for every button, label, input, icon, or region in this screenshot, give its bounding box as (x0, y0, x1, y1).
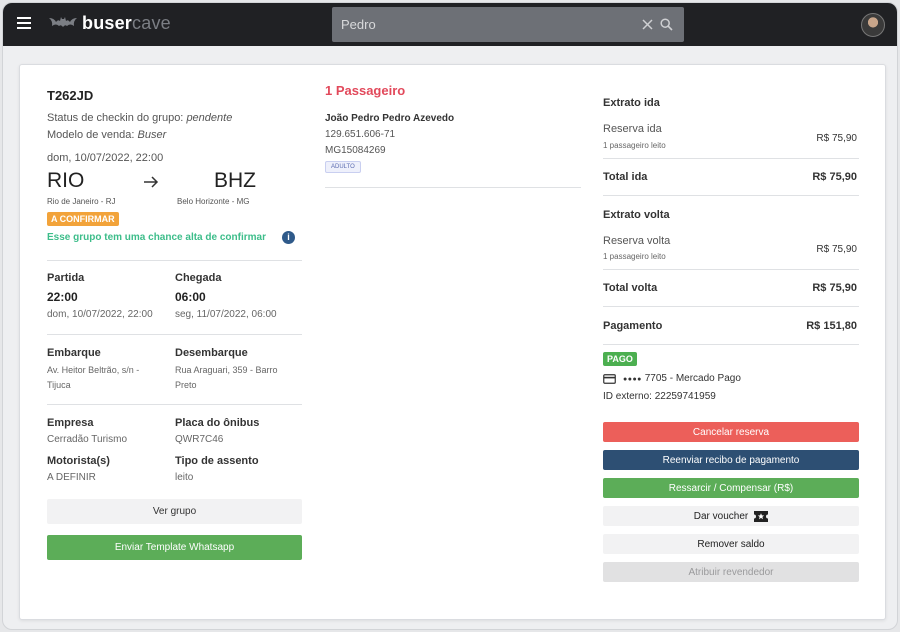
remove-balance-button[interactable]: Remover saldo (603, 534, 859, 554)
see-group-button[interactable]: Ver grupo (47, 499, 302, 524)
paid-badge: PAGO (603, 352, 637, 366)
checkin-value: pendente (186, 112, 233, 124)
sale-value: Buser (137, 129, 167, 141)
search-icon[interactable] (660, 18, 673, 31)
alight-addr-line1: Rua Araguari, 359 - Barro (175, 365, 278, 375)
passengers-title: 1 Passageiro (325, 83, 406, 98)
divider (603, 158, 859, 159)
board-addr-line2: Tijuca (47, 380, 71, 390)
passenger-rg: MG15084269 (325, 145, 386, 156)
dest-city: Belo Horizonte - MG (177, 197, 250, 206)
return-item: Reserva volta (603, 235, 671, 247)
card-dots: ●●●● (623, 376, 642, 383)
trip-datetime: dom, 10/07/2022, 22:00 (47, 152, 164, 164)
cancel-reservation-button[interactable]: Cancelar reserva (603, 422, 859, 442)
payment-value: R$ 151,80 (806, 320, 857, 332)
search-input[interactable] (332, 7, 632, 42)
app-window: busercave T262JD Status de checkin do gr… (2, 2, 898, 630)
confirm-note: Esse grupo tem uma chance alta de confir… (47, 232, 266, 243)
return-total-value: R$ 75,90 (812, 282, 857, 294)
origin-code: RIO (47, 169, 85, 192)
cancel-reservation-label: Cancelar reserva (692, 426, 770, 438)
arrival-date: seg, 11/07/2022, 06:00 (175, 309, 277, 320)
departure-date: dom, 10/07/2022, 22:00 (47, 309, 153, 320)
seat-value: leito (175, 472, 194, 483)
logo-secondary: cave (132, 13, 171, 33)
checkin-label: Status de checkin do grupo: (47, 112, 184, 124)
departure-label: Partida (47, 272, 85, 284)
passenger-type-badge: ADULTO (325, 161, 361, 173)
resend-receipt-label: Reenviar recibo de pagamento (662, 454, 800, 466)
status-badge: A CONFIRMAR (47, 212, 119, 226)
voucher-label: Dar voucher (693, 510, 749, 522)
divider (603, 269, 859, 270)
divider (603, 195, 859, 196)
menu-icon[interactable] (17, 17, 31, 29)
divider (603, 344, 859, 345)
passenger-cpf: 129.651.606-71 (325, 129, 396, 140)
plate-label: Placa do ônibus (175, 417, 260, 429)
outbound-item: Reserva ida (603, 123, 662, 135)
ticket-star-icon (754, 510, 769, 522)
card-number-provider: 7705 - Mercado Pago (644, 373, 741, 384)
board-addr-line1: Av. Heitor Beltrão, s/n - (47, 365, 140, 375)
outbound-total-label: Total ida (603, 171, 648, 183)
seat-label: Tipo de assento (175, 455, 259, 467)
company-label: Empresa (47, 417, 94, 429)
trip-code: T262JD (47, 88, 94, 103)
outbound-total-value: R$ 75,90 (812, 171, 857, 183)
logo-primary: buser (82, 13, 133, 33)
top-bar: busercave (3, 3, 897, 46)
outbound-sub: 1 passageiro leito (603, 141, 666, 150)
outbound-title: Extrato ida (603, 97, 660, 109)
divider (47, 404, 302, 405)
resend-receipt-button[interactable]: Reenviar recibo de pagamento (603, 450, 859, 470)
driver-label: Motorista(s) (47, 455, 110, 467)
refund-label: Ressarcir / Compensar (R$) (668, 482, 794, 494)
credit-card-icon (603, 374, 616, 384)
checkin-status: Status de checkin do grupo: pendente (47, 112, 232, 124)
divider (603, 306, 859, 307)
dest-code: BHZ (214, 169, 256, 192)
search-box (332, 7, 684, 42)
booking-card: T262JD Status de checkin do grupo: pende… (19, 64, 886, 620)
voucher-button[interactable]: Dar voucher (603, 506, 859, 526)
assign-reseller-label: Atribuir revendedor (688, 566, 774, 578)
divider (47, 260, 302, 261)
return-total-label: Total volta (603, 282, 658, 294)
remove-balance-label: Remover saldo (697, 538, 765, 550)
info-icon[interactable]: i (282, 231, 295, 244)
arrival-time: 06:00 (175, 290, 206, 304)
origin-city: Rio de Janeiro - RJ (47, 197, 116, 206)
outbound-value: R$ 75,90 (816, 133, 857, 144)
return-value: R$ 75,90 (816, 244, 857, 255)
clear-icon[interactable] (642, 19, 653, 30)
company-value: Cerradão Turismo (47, 434, 128, 445)
board-label: Embarque (47, 347, 101, 359)
return-title: Extrato volta (603, 209, 670, 221)
departure-time: 22:00 (47, 290, 78, 304)
plate-value: QWR7C46 (175, 434, 224, 445)
card-info: ●●●● 7705 - Mercado Pago (623, 373, 741, 384)
app-logo[interactable]: busercave (82, 13, 171, 34)
payment-label: Pagamento (603, 320, 663, 332)
refund-button[interactable]: Ressarcir / Compensar (R$) (603, 478, 859, 498)
return-sub: 1 passageiro leito (603, 252, 666, 261)
alight-addr-line2: Preto (175, 380, 197, 390)
divider (47, 334, 302, 335)
whatsapp-template-button[interactable]: Enviar Template Whatsapp (47, 535, 302, 560)
alight-label: Desembarque (175, 347, 248, 359)
assign-reseller-button[interactable]: Atribuir revendedor (603, 562, 859, 582)
driver-value: A DEFINIR (47, 472, 96, 483)
arrow-right-icon (144, 176, 159, 188)
arrival-label: Chegada (175, 272, 222, 284)
divider (325, 187, 581, 188)
bat-logo-icon (49, 17, 77, 27)
user-avatar[interactable] (861, 13, 885, 37)
sale-label: Modelo de venda: (47, 129, 135, 141)
sale-model: Modelo de venda: Buser (47, 129, 166, 141)
external-id: ID externo: 22259741959 (603, 391, 716, 402)
passenger-name[interactable]: João Pedro Pedro Azevedo (325, 113, 454, 124)
